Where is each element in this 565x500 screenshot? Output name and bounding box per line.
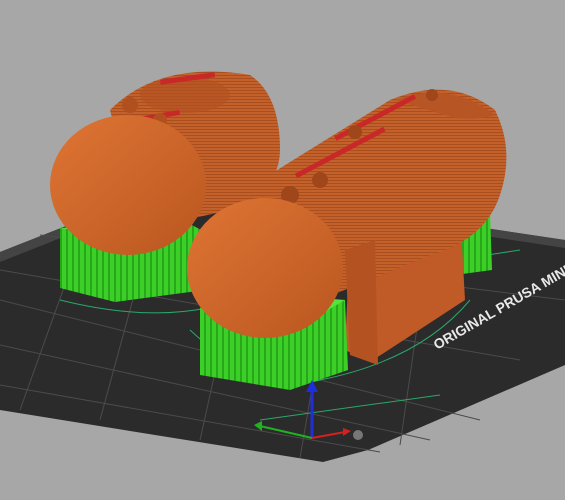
tank-left-cap: [50, 115, 206, 255]
bed-screw-icon: [353, 430, 363, 440]
3d-preview-viewport[interactable]: ORIGINAL PRUSA MINI: [0, 0, 565, 500]
scene-canvas[interactable]: ORIGINAL PRUSA MINI: [0, 0, 565, 500]
tank-right-cap: [187, 198, 343, 338]
